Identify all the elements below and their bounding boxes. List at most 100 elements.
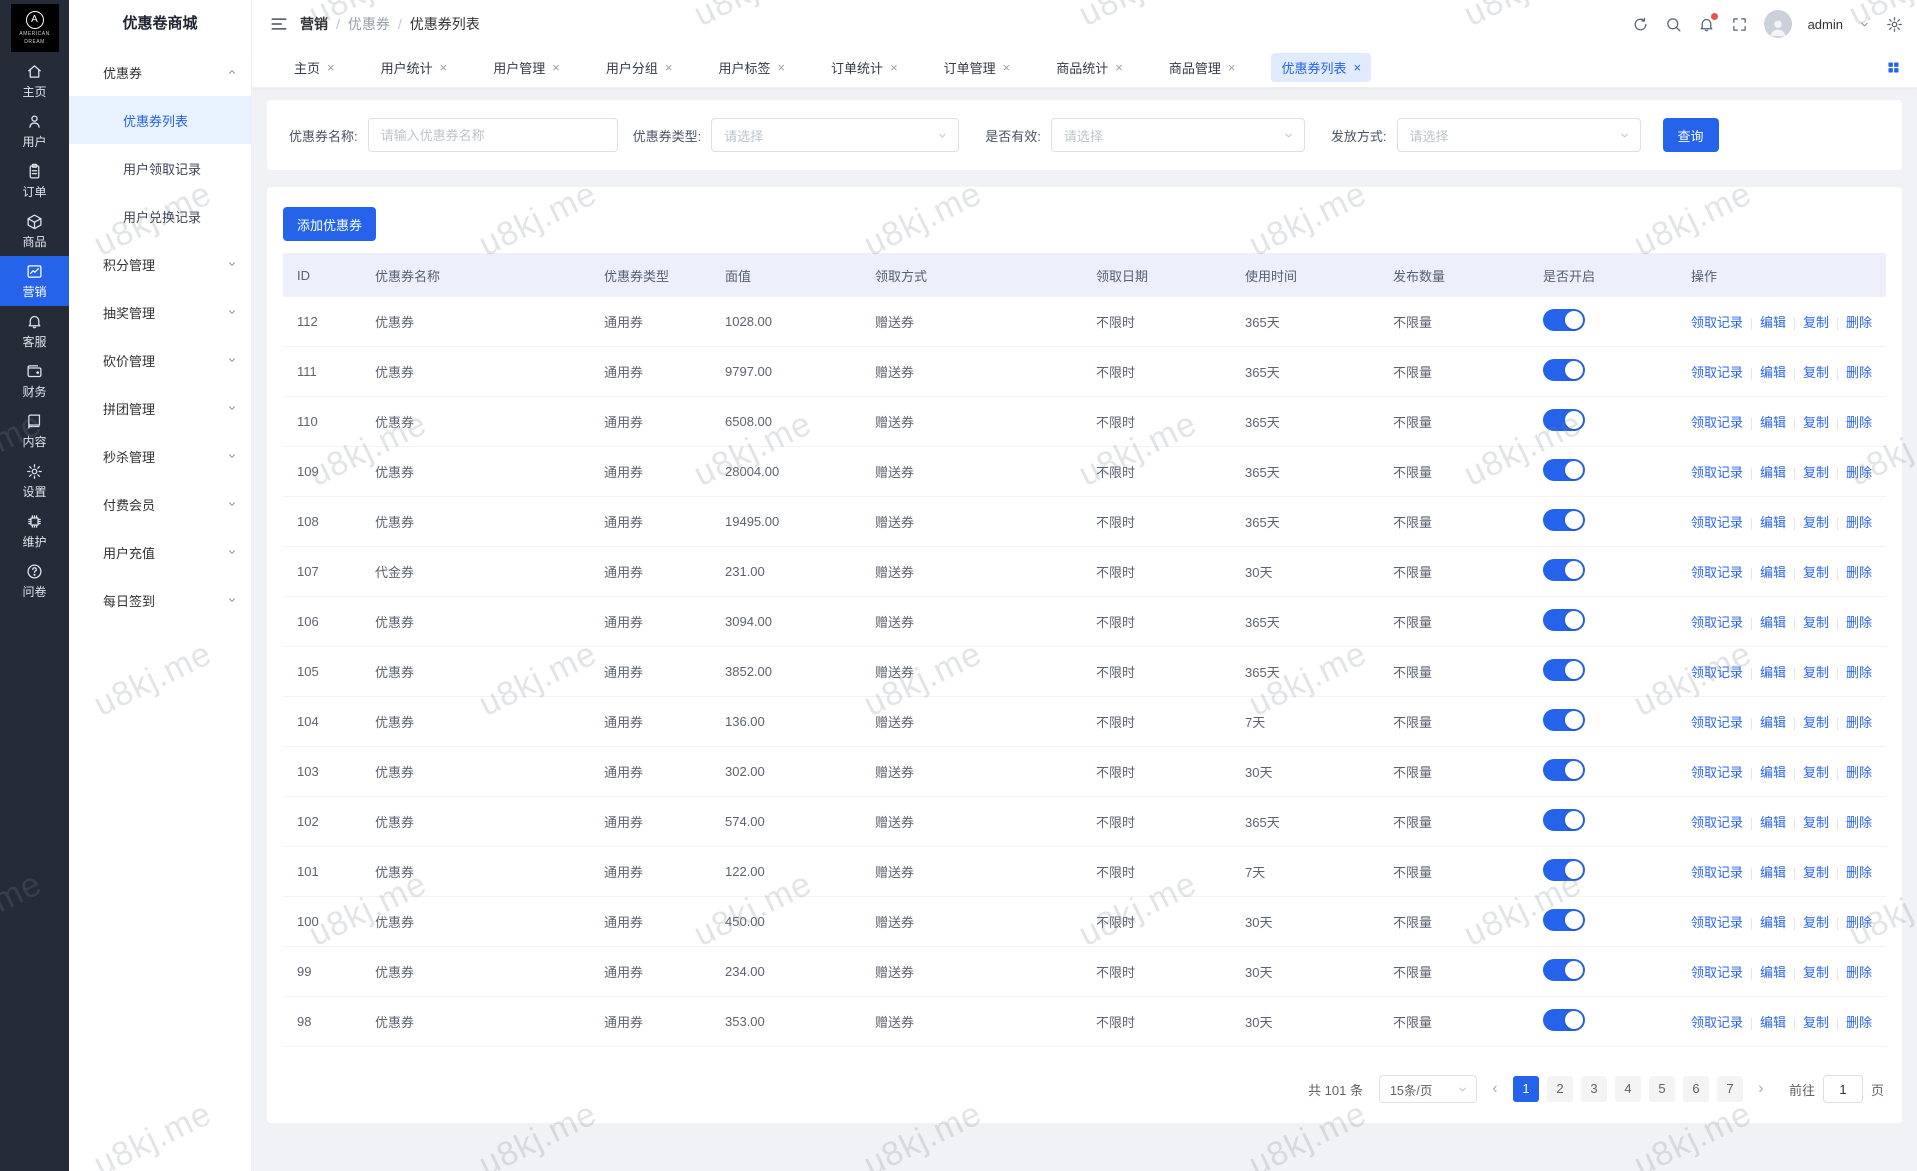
sidebar-item-maintain[interactable]: 维护	[0, 506, 69, 556]
chevron-down-icon[interactable]	[1859, 19, 1870, 30]
action-copy-link[interactable]: 复制	[1803, 565, 1829, 580]
action-claim-records-link[interactable]: 领取记录	[1691, 365, 1743, 380]
username[interactable]: admin	[1808, 17, 1843, 32]
enable-toggle[interactable]	[1543, 859, 1585, 881]
action-claim-records-link[interactable]: 领取记录	[1691, 615, 1743, 630]
action-delete-link[interactable]: 删除	[1846, 415, 1872, 430]
action-edit-link[interactable]: 编辑	[1760, 615, 1786, 630]
next-page-button[interactable]: ›	[1751, 1080, 1771, 1098]
sidebar-item-finance[interactable]: 财务	[0, 356, 69, 406]
action-delete-link[interactable]: 删除	[1846, 715, 1872, 730]
sidebar-item-settings[interactable]: 设置	[0, 456, 69, 506]
action-delete-link[interactable]: 删除	[1846, 615, 1872, 630]
enable-toggle[interactable]	[1543, 609, 1585, 631]
action-edit-link[interactable]: 编辑	[1760, 665, 1786, 680]
settings-gear-icon[interactable]	[1886, 16, 1903, 33]
action-copy-link[interactable]: 复制	[1803, 915, 1829, 930]
tab-close-icon[interactable]: ×	[665, 60, 673, 75]
action-edit-link[interactable]: 编辑	[1760, 765, 1786, 780]
add-coupon-button[interactable]: 添加优惠券	[283, 207, 376, 241]
action-delete-link[interactable]: 删除	[1846, 765, 1872, 780]
action-claim-records-link[interactable]: 领取记录	[1691, 865, 1743, 880]
enable-toggle[interactable]	[1543, 359, 1585, 381]
enable-toggle[interactable]	[1543, 759, 1585, 781]
hamburger-menu-icon[interactable]	[270, 15, 288, 33]
action-delete-link[interactable]: 删除	[1846, 915, 1872, 930]
enable-toggle[interactable]	[1543, 309, 1585, 331]
enable-toggle[interactable]	[1543, 709, 1585, 731]
action-edit-link[interactable]: 编辑	[1760, 415, 1786, 430]
sidebar-item-users[interactable]: 用户	[0, 106, 69, 156]
search-icon[interactable]	[1665, 16, 1682, 33]
action-delete-link[interactable]: 删除	[1846, 565, 1872, 580]
tab-close-icon[interactable]: ×	[1003, 60, 1011, 75]
prev-page-button[interactable]: ‹	[1485, 1080, 1505, 1098]
sidebar-item-goods[interactable]: 商品	[0, 206, 69, 256]
page-button[interactable]: 4	[1615, 1076, 1641, 1102]
enable-toggle[interactable]	[1543, 659, 1585, 681]
action-edit-link[interactable]: 编辑	[1760, 315, 1786, 330]
action-claim-records-link[interactable]: 领取记录	[1691, 965, 1743, 980]
action-claim-records-link[interactable]: 领取记录	[1691, 915, 1743, 930]
action-edit-link[interactable]: 编辑	[1760, 515, 1786, 530]
tab[interactable]: 商品管理 ×	[1159, 53, 1246, 82]
action-claim-records-link[interactable]: 领取记录	[1691, 415, 1743, 430]
action-claim-records-link[interactable]: 领取记录	[1691, 315, 1743, 330]
action-copy-link[interactable]: 复制	[1803, 865, 1829, 880]
page-button[interactable]: 1	[1513, 1076, 1539, 1102]
notification-bell-icon[interactable]	[1698, 16, 1715, 33]
tab[interactable]: 优惠券列表 ×	[1271, 53, 1371, 82]
tab-close-icon[interactable]: ×	[1115, 60, 1123, 75]
action-edit-link[interactable]: 编辑	[1760, 865, 1786, 880]
enable-toggle[interactable]	[1543, 559, 1585, 581]
page-button[interactable]: 5	[1649, 1076, 1675, 1102]
action-delete-link[interactable]: 删除	[1846, 965, 1872, 980]
enable-toggle[interactable]	[1543, 809, 1585, 831]
action-copy-link[interactable]: 复制	[1803, 665, 1829, 680]
action-edit-link[interactable]: 编辑	[1760, 465, 1786, 480]
tab-close-icon[interactable]: ×	[890, 60, 898, 75]
action-delete-link[interactable]: 删除	[1846, 1015, 1872, 1030]
enable-toggle[interactable]	[1543, 959, 1585, 981]
fullscreen-icon[interactable]	[1731, 16, 1748, 33]
action-copy-link[interactable]: 复制	[1803, 815, 1829, 830]
enable-toggle[interactable]	[1543, 909, 1585, 931]
action-edit-link[interactable]: 编辑	[1760, 365, 1786, 380]
action-edit-link[interactable]: 编辑	[1760, 1015, 1786, 1030]
tab[interactable]: 订单统计 ×	[821, 53, 908, 82]
grid-layout-icon[interactable]	[1886, 60, 1901, 75]
enable-toggle[interactable]	[1543, 1009, 1585, 1031]
submenu-group-bargain[interactable]: 砍价管理	[69, 336, 251, 384]
action-claim-records-link[interactable]: 领取记录	[1691, 715, 1743, 730]
action-edit-link[interactable]: 编辑	[1760, 915, 1786, 930]
tab[interactable]: 商品统计 ×	[1046, 53, 1133, 82]
tab-close-icon[interactable]: ×	[1228, 60, 1236, 75]
action-edit-link[interactable]: 编辑	[1760, 815, 1786, 830]
action-copy-link[interactable]: 复制	[1803, 765, 1829, 780]
tab-close-icon[interactable]: ×	[1354, 60, 1362, 75]
submenu-group-lottery[interactable]: 抽奖管理	[69, 288, 251, 336]
sidebar-item-orders[interactable]: 订单	[0, 156, 69, 206]
page-size-select[interactable]: 15条/页	[1379, 1075, 1477, 1103]
action-copy-link[interactable]: 复制	[1803, 965, 1829, 980]
submenu-item-claim-records[interactable]: 用户领取记录	[69, 144, 251, 192]
sidebar-item-survey[interactable]: 问卷	[0, 556, 69, 606]
tab-close-icon[interactable]: ×	[552, 60, 560, 75]
tab[interactable]: 订单管理 ×	[934, 53, 1021, 82]
avatar[interactable]	[1764, 10, 1792, 38]
tab[interactable]: 主页 ×	[284, 53, 345, 82]
sidebar-item-home[interactable]: 主页	[0, 56, 69, 106]
action-copy-link[interactable]: 复制	[1803, 615, 1829, 630]
action-copy-link[interactable]: 复制	[1803, 1015, 1829, 1030]
sidebar-item-service[interactable]: 客服	[0, 306, 69, 356]
submenu-group-paid-member[interactable]: 付费会员	[69, 480, 251, 528]
refresh-icon[interactable]	[1632, 16, 1649, 33]
action-edit-link[interactable]: 编辑	[1760, 965, 1786, 980]
valid-select[interactable]: 请选择	[1051, 118, 1305, 152]
enable-toggle[interactable]	[1543, 459, 1585, 481]
action-claim-records-link[interactable]: 领取记录	[1691, 515, 1743, 530]
sidebar-item-content[interactable]: 内容	[0, 406, 69, 456]
breadcrumb-root[interactable]: 营销	[300, 14, 328, 34]
submenu-group-daily-checkin[interactable]: 每日签到	[69, 576, 251, 624]
action-claim-records-link[interactable]: 领取记录	[1691, 565, 1743, 580]
